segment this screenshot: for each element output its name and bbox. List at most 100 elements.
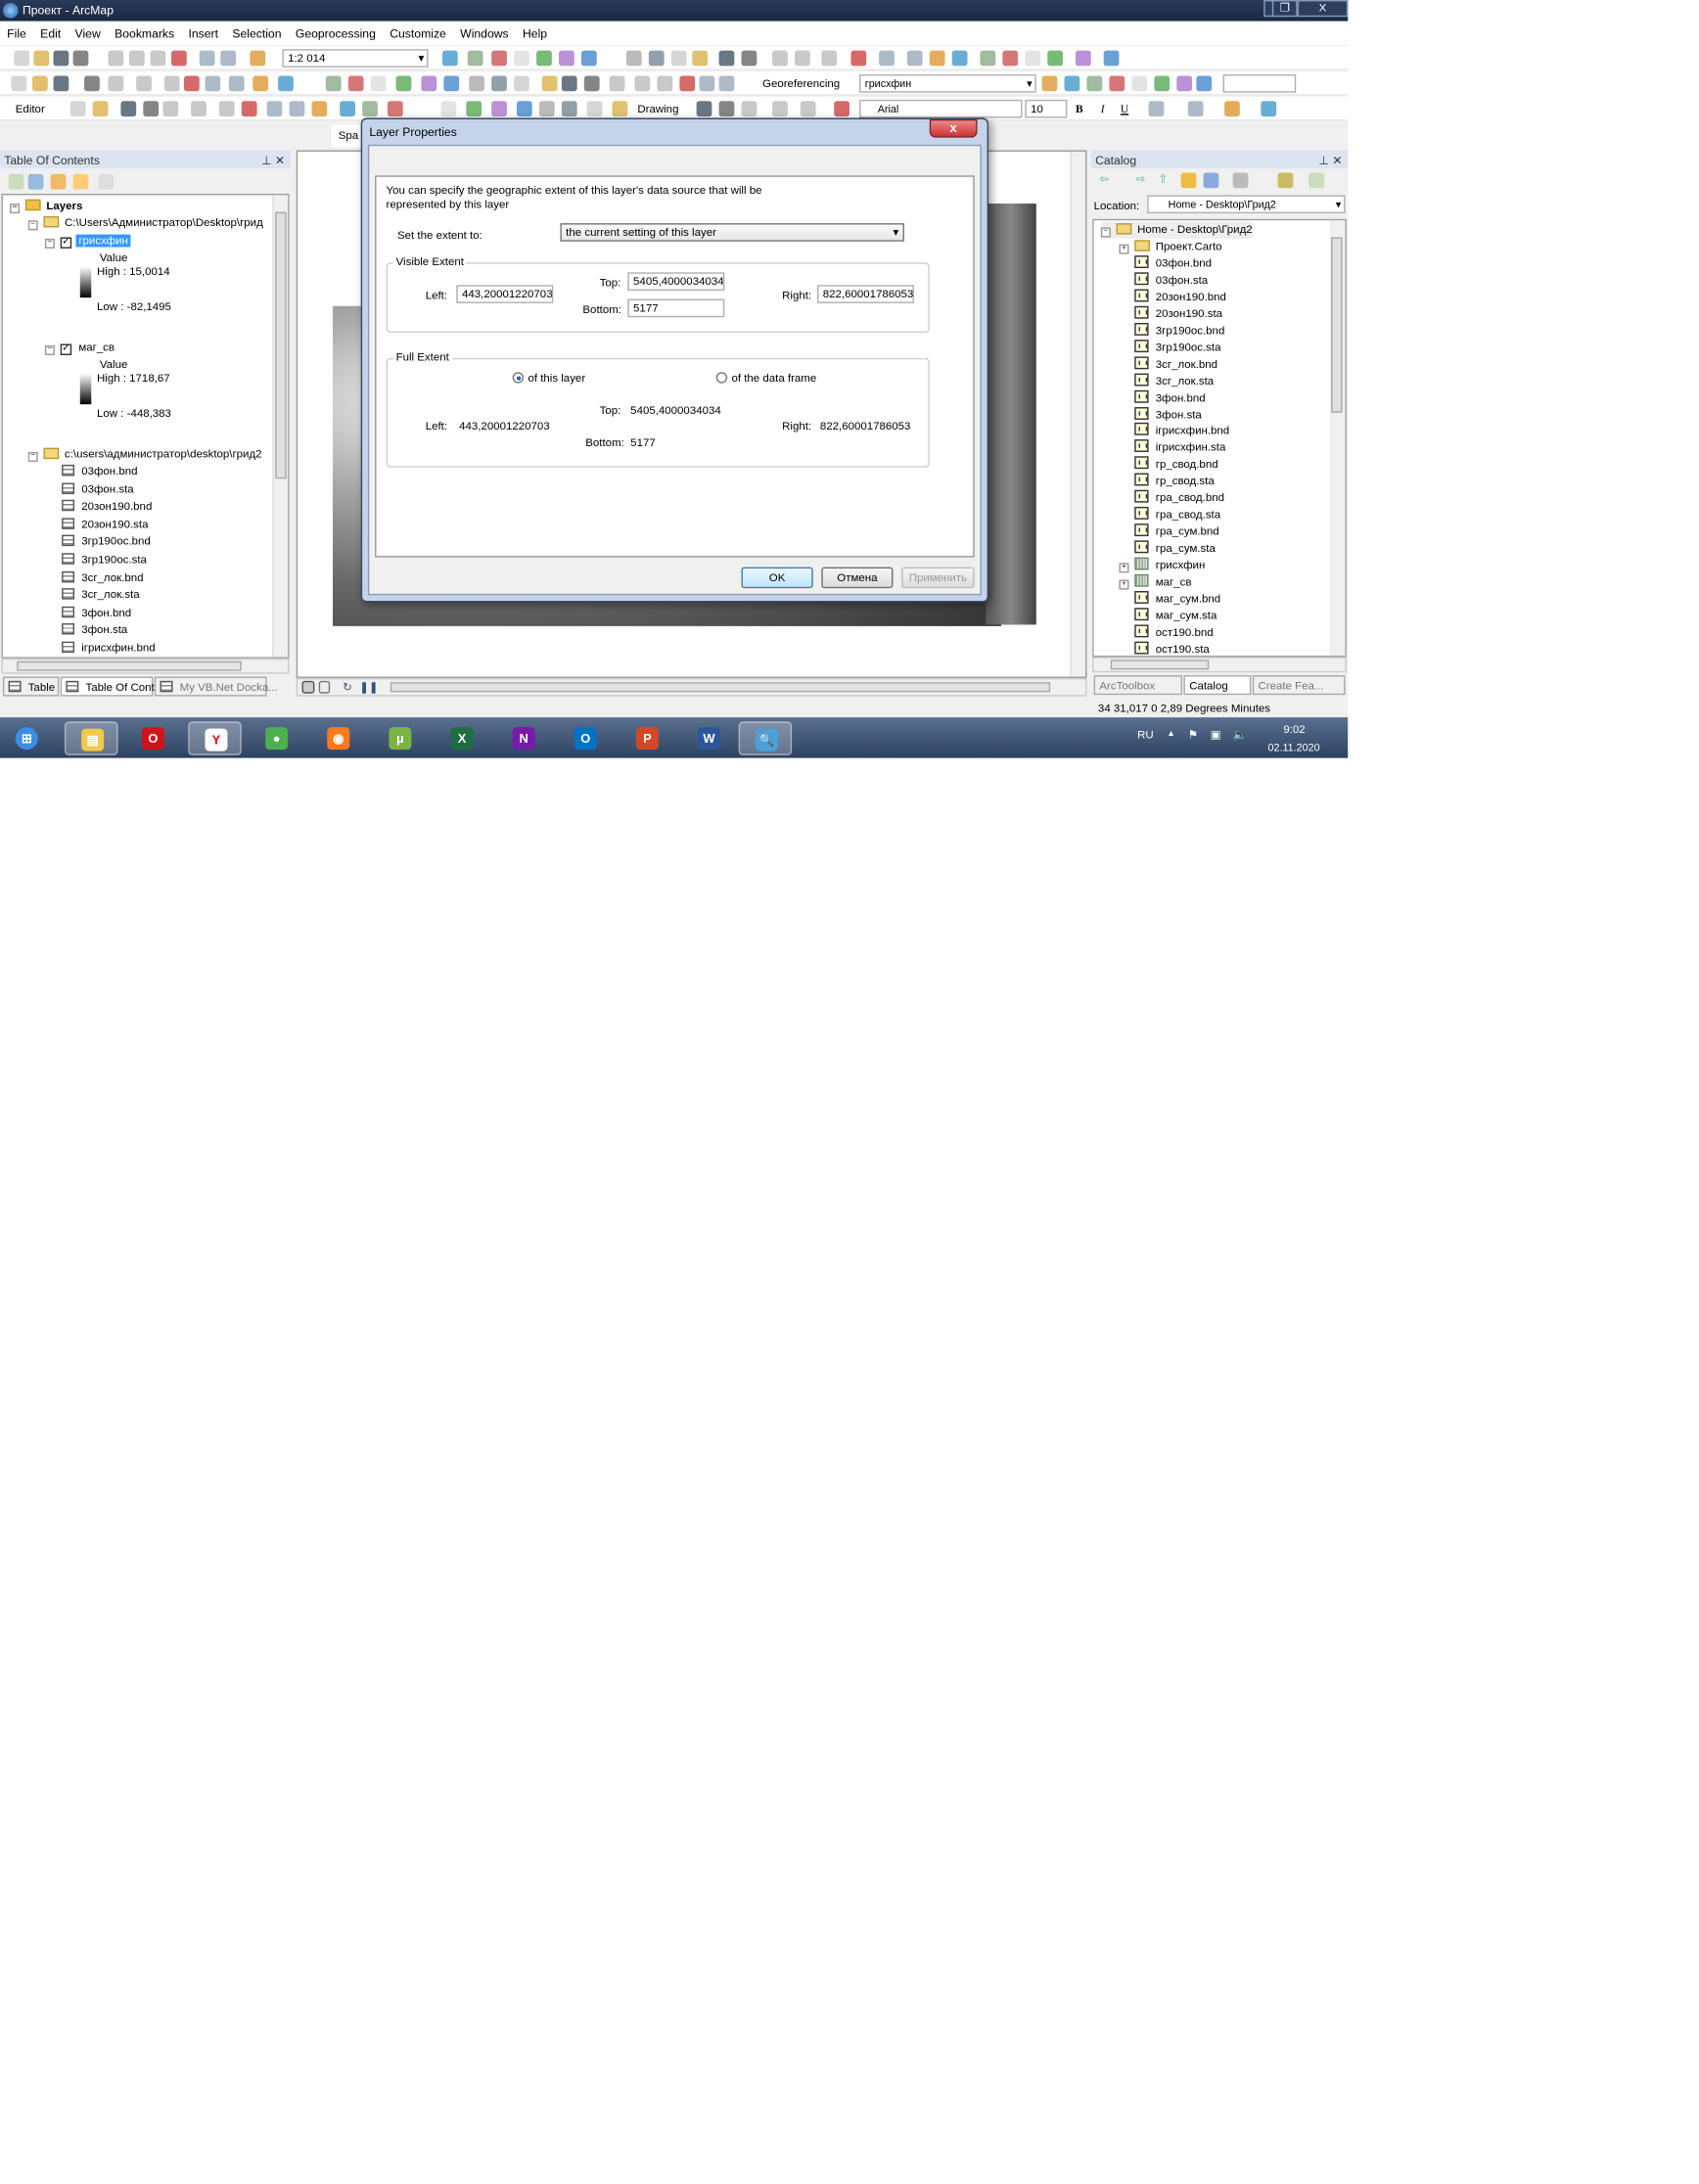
toolbar-tool-icon[interactable] xyxy=(1064,75,1080,92)
toolbar-tool-icon[interactable] xyxy=(821,50,838,67)
toc-file-item[interactable]: 3гр190ос.sta xyxy=(62,552,147,569)
georeferencing-menu[interactable]: Georeferencing xyxy=(762,77,840,90)
apply-button[interactable]: Применить xyxy=(901,567,975,589)
toolbar-tool-icon[interactable] xyxy=(441,50,458,67)
catalog-item[interactable]: 03фон.bnd xyxy=(1134,255,1212,272)
catalog-tab[interactable]: Catalog xyxy=(1183,675,1252,696)
visible-bottom-input[interactable]: 5177 xyxy=(627,298,725,318)
refresh-icon[interactable]: ↻ xyxy=(343,681,353,694)
toolbar-tool-icon[interactable] xyxy=(670,50,687,67)
underline-button[interactable]: U xyxy=(1121,103,1128,115)
menu-selection[interactable]: Selection xyxy=(225,23,289,45)
close-button[interactable]: X xyxy=(1297,0,1349,18)
catalog-item[interactable]: 3фон.sta xyxy=(1134,406,1202,423)
toolbar-tool-icon[interactable] xyxy=(362,101,378,117)
radio-button[interactable] xyxy=(715,372,728,384)
toolbar-tool-icon[interactable] xyxy=(929,50,945,67)
toolbar-tool-icon[interactable] xyxy=(1224,101,1240,117)
toolbar-tool-icon[interactable] xyxy=(469,75,484,92)
map-horizontal-scrollbar[interactable] xyxy=(390,682,1051,693)
connect-folder-icon[interactable] xyxy=(1203,172,1219,189)
scale-combobox[interactable]: 1:2 014 ▾ xyxy=(282,49,429,68)
expand-icon[interactable]: + xyxy=(1119,563,1129,573)
taskbar-firefox-button[interactable]: ◉ xyxy=(312,721,366,754)
toolbar-tool-icon[interactable] xyxy=(183,75,200,92)
up-icon[interactable]: ⇧ xyxy=(1159,172,1174,188)
set-extent-dropdown[interactable]: the current setting of this layer ▾ xyxy=(560,223,904,242)
catalog-item[interactable]: гра_сум.sta xyxy=(1134,540,1216,557)
toolbar-tool-icon[interactable] xyxy=(536,50,552,67)
menu-geoprocessing[interactable]: Geoprocessing xyxy=(289,23,383,45)
catalog-item[interactable]: ост190.bnd xyxy=(1134,624,1214,641)
toolbar-tool-icon[interactable] xyxy=(541,75,558,92)
toolbar-tool-icon[interactable] xyxy=(53,75,69,92)
view-menu-icon[interactable] xyxy=(1232,172,1249,189)
catalog-item[interactable]: маг_сум.bnd xyxy=(1134,590,1220,608)
tray-expand-icon[interactable]: ▲ xyxy=(1167,730,1175,739)
catalog-item[interactable]: гра_сум.bnd xyxy=(1134,523,1219,540)
scroll-thumb[interactable] xyxy=(275,211,287,479)
map-vertical-scrollbar[interactable] xyxy=(1070,151,1086,677)
toolbar-tool-icon[interactable] xyxy=(205,75,221,92)
list-by-visibility-icon[interactable] xyxy=(50,173,67,190)
catalog-item[interactable]: маг_сум.sta xyxy=(1134,608,1217,624)
toolbar-tool-icon[interactable] xyxy=(772,101,788,117)
taskbar-start-button[interactable]: ⊞ xyxy=(6,721,48,754)
toolbar-tool-icon[interactable] xyxy=(163,75,180,92)
taskbar-arcmap-button[interactable]: 🔍 xyxy=(738,721,793,755)
catalog-item[interactable]: + грисхфин xyxy=(1119,557,1205,574)
toolbar-tool-icon[interactable] xyxy=(467,50,483,67)
toc-file-item[interactable]: 3фон.sta xyxy=(62,622,127,639)
toolbar-tool-icon[interactable] xyxy=(150,50,166,67)
toolbar-tool-icon[interactable] xyxy=(648,50,665,67)
radio-of-data-frame[interactable]: of the data frame xyxy=(715,372,816,385)
visible-left-input[interactable]: 443,20001220703 xyxy=(456,285,554,303)
toc-file-item[interactable]: iгрисхфин.bnd xyxy=(62,640,156,657)
taskbar-excel-button[interactable]: X xyxy=(436,721,489,754)
toolbar-tool-icon[interactable] xyxy=(69,101,86,117)
font-size-combobox[interactable]: 10 xyxy=(1025,99,1068,118)
toolbar-tool-icon[interactable] xyxy=(1086,75,1103,92)
editor-menu[interactable]: Editor xyxy=(16,103,45,115)
toolbar-tool-icon[interactable] xyxy=(1025,50,1041,67)
georef-layer-combobox[interactable]: грисхфин ▾ xyxy=(859,74,1036,93)
toolbar-tool-icon[interactable] xyxy=(289,101,305,117)
toolbar-tool-icon[interactable] xyxy=(120,101,137,117)
toolbar-tool-icon[interactable] xyxy=(1002,50,1019,67)
menu-edit[interactable]: Edit xyxy=(33,23,68,45)
clock-time[interactable]: 9:02 xyxy=(1283,723,1305,736)
toolbar-tool-icon[interactable] xyxy=(241,101,257,117)
toc-file-item[interactable]: 20зон190.sta xyxy=(62,517,148,533)
catalog-item[interactable]: 3сг_лок.sta xyxy=(1134,373,1214,389)
toc-file-item[interactable]: 03фон.sta xyxy=(62,481,134,498)
taskbar-outlook-button[interactable]: O xyxy=(559,721,613,754)
toolbar-tool-icon[interactable] xyxy=(191,101,207,117)
toc-group-1[interactable]: − C:\Users\Администратор\Desktop\грид xyxy=(27,215,276,232)
catalog-item[interactable]: гра_свод.bnd xyxy=(1134,490,1224,507)
toolbar-tool-icon[interactable] xyxy=(612,101,628,117)
data-view-button[interactable] xyxy=(301,680,315,694)
radio-of-this-layer[interactable]: of this layer xyxy=(512,372,585,385)
toolbar-tool-icon[interactable] xyxy=(1148,101,1165,117)
toolbar-tool-icon[interactable] xyxy=(387,101,403,117)
visible-top-input[interactable]: 5405,4000034034 xyxy=(627,272,725,291)
font-combobox[interactable]: Arial xyxy=(859,99,1023,118)
catalog-item[interactable]: гра_свод.sta xyxy=(1134,507,1220,523)
toolbar-tool-icon[interactable] xyxy=(1261,101,1277,117)
catalog-item[interactable]: 3сг_лок.bnd xyxy=(1134,355,1217,373)
italic-button[interactable]: I xyxy=(1101,103,1105,115)
menu-view[interactable]: View xyxy=(68,23,108,45)
toolbar-tool-icon[interactable] xyxy=(162,101,179,117)
catalog-root[interactable]: − Home - Desktop\Грид2 xyxy=(1100,221,1253,239)
toolbar-tool-icon[interactable] xyxy=(53,50,69,67)
toolbar-tool-icon[interactable] xyxy=(491,75,507,92)
forward-icon[interactable]: ⇨ xyxy=(1136,172,1152,188)
catalog-item[interactable]: iгрисхфин.bnd xyxy=(1134,423,1229,439)
toolbar-tool-icon[interactable] xyxy=(718,101,735,117)
toolbar-tool-icon[interactable] xyxy=(561,101,577,117)
toolbar-tool-icon[interactable] xyxy=(679,75,696,92)
restore-button[interactable]: ❐ xyxy=(1271,0,1298,18)
toolbar-tool-icon[interactable] xyxy=(278,75,294,92)
options-icon[interactable] xyxy=(98,173,115,190)
toolbar-tool-icon[interactable] xyxy=(1047,50,1064,67)
